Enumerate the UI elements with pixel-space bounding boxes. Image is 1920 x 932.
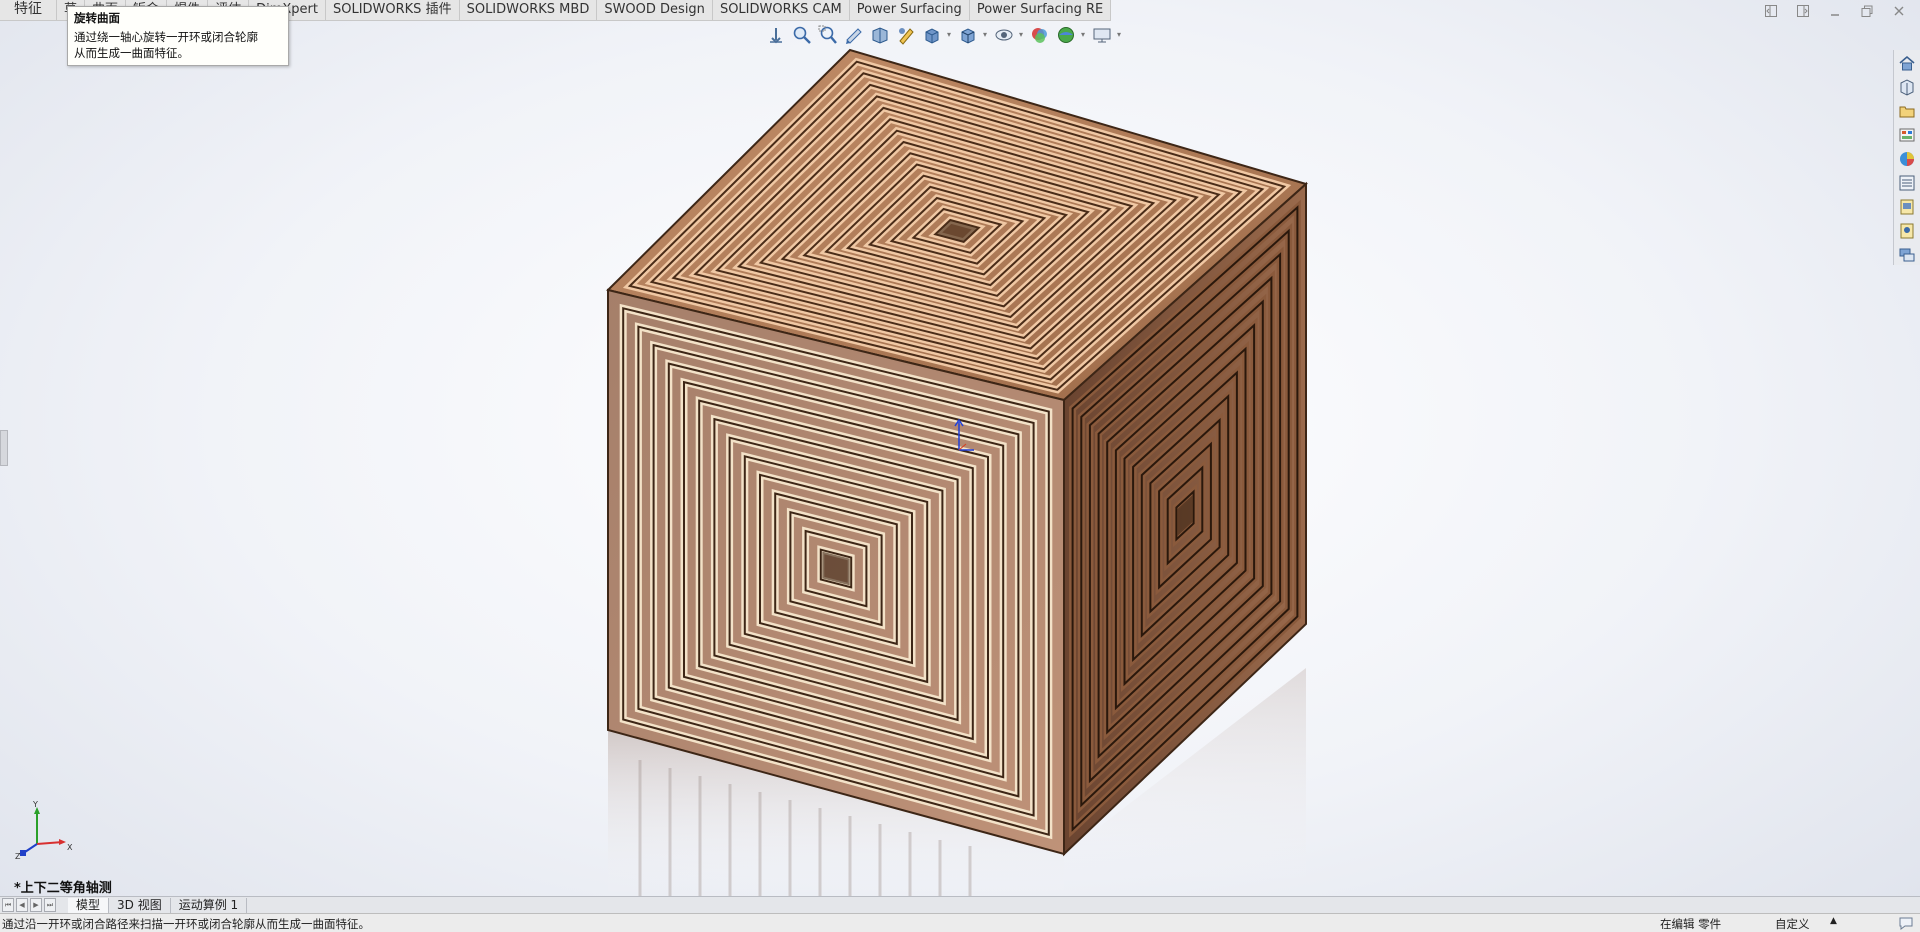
dropdown-arrow-icon[interactable]: ▾ xyxy=(1117,30,1123,40)
tile-right-icon[interactable] xyxy=(1794,4,1812,22)
tab-solidworks-addins[interactable]: SOLIDWORKS 插件 xyxy=(326,0,460,20)
coordinate-triad: Y X Z xyxy=(15,800,73,860)
dropdown-arrow-icon[interactable]: ▾ xyxy=(947,30,953,40)
view-orientation-label: *上下二等角轴测 xyxy=(14,881,112,896)
tab-motion-study-1[interactable]: 运动算例 1 xyxy=(171,897,248,913)
dropdown-arrow-icon[interactable]: ▾ xyxy=(1019,30,1025,40)
tooltip-line-1: 通过绕一轴心旋转一开环或闭合轮廓 xyxy=(74,30,258,44)
solidworks-window: 特征 草 曲面 钣金 焊件 评估 DimXpert SOLIDWORKS 插件 … xyxy=(0,0,1920,932)
tab-solidworks-cam[interactable]: SOLIDWORKS CAM xyxy=(713,0,850,20)
prev-tab-arrow-icon[interactable]: ◀ xyxy=(16,898,28,912)
tab-solidworks-mbd[interactable]: SOLIDWORKS MBD xyxy=(460,0,598,20)
units-dropdown-arrow-icon[interactable]: ▲ xyxy=(1830,916,1837,926)
tab-3d-view[interactable]: 3D 视图 xyxy=(109,897,171,913)
dropdown-arrow-icon[interactable]: ▾ xyxy=(983,30,989,40)
triad-y-label: Y xyxy=(32,800,38,809)
tile-left-icon[interactable] xyxy=(1762,4,1780,22)
status-bar: 通过沿一开环或闭合路径来扫描一开环或闭合轮廓从而生成一曲面特征。 在编辑 零件 … xyxy=(0,913,1920,932)
triad-x-label: X xyxy=(67,843,73,852)
tab-power-surfacing-re[interactable]: Power Surfacing RE xyxy=(970,0,1112,20)
tooltip-line-2: 从而生成一曲面特征。 xyxy=(74,46,189,60)
file-explorer-icon[interactable] xyxy=(1896,100,1918,122)
next-tab-arrow-icon[interactable]: ▶ xyxy=(30,898,42,912)
design-library-icon[interactable] xyxy=(1896,76,1918,98)
tab-swood-design[interactable]: SWOOD Design xyxy=(597,0,713,20)
custom-properties-icon[interactable] xyxy=(1896,172,1918,194)
forum-icon[interactable] xyxy=(1896,244,1918,266)
dropdown-arrow-icon[interactable]: ▾ xyxy=(1081,30,1087,40)
appearances-icon[interactable] xyxy=(1896,148,1918,170)
view-palette-icon[interactable] xyxy=(1896,124,1918,146)
bottom-tab-bar: ⏮ ◀ ▶ ⏭ 模型 3D 视图 运动算例 1 xyxy=(0,896,1920,913)
window-controls xyxy=(1762,4,1908,22)
help-icon[interactable] xyxy=(1896,220,1918,242)
solidworks-resources-icon[interactable] xyxy=(1896,196,1918,218)
tab-power-surfacing[interactable]: Power Surfacing xyxy=(850,0,970,20)
status-edit-mode: 在编辑 零件 xyxy=(1660,917,1722,931)
tab-features[interactable]: 特征 xyxy=(0,0,57,20)
triad-z-label: Z xyxy=(15,852,21,860)
quick-tips-icon[interactable] xyxy=(1898,915,1914,931)
close-icon[interactable] xyxy=(1890,4,1908,22)
status-units[interactable]: 自定义 xyxy=(1775,916,1810,932)
model-viewport-cube[interactable] xyxy=(600,40,1320,900)
tab-model[interactable]: 模型 xyxy=(68,897,110,913)
status-message: 通过沿一开环或闭合路径来扫描一开环或闭合轮廓从而生成一曲面特征。 xyxy=(2,917,370,931)
minimize-icon[interactable] xyxy=(1826,4,1844,22)
task-pane xyxy=(1893,50,1920,265)
tooltip-title: 旋转曲面 xyxy=(74,11,120,25)
home-icon[interactable] xyxy=(1896,52,1918,74)
feature-manager-collapse-handle[interactable] xyxy=(0,430,8,466)
restore-icon[interactable] xyxy=(1858,4,1876,22)
command-tooltip: 旋转曲面 通过绕一轴心旋转一开环或闭合轮廓 从而生成一曲面特征。 xyxy=(67,6,289,66)
first-tab-arrow-icon[interactable]: ⏮ xyxy=(2,898,14,912)
last-tab-arrow-icon[interactable]: ⏭ xyxy=(44,898,56,912)
